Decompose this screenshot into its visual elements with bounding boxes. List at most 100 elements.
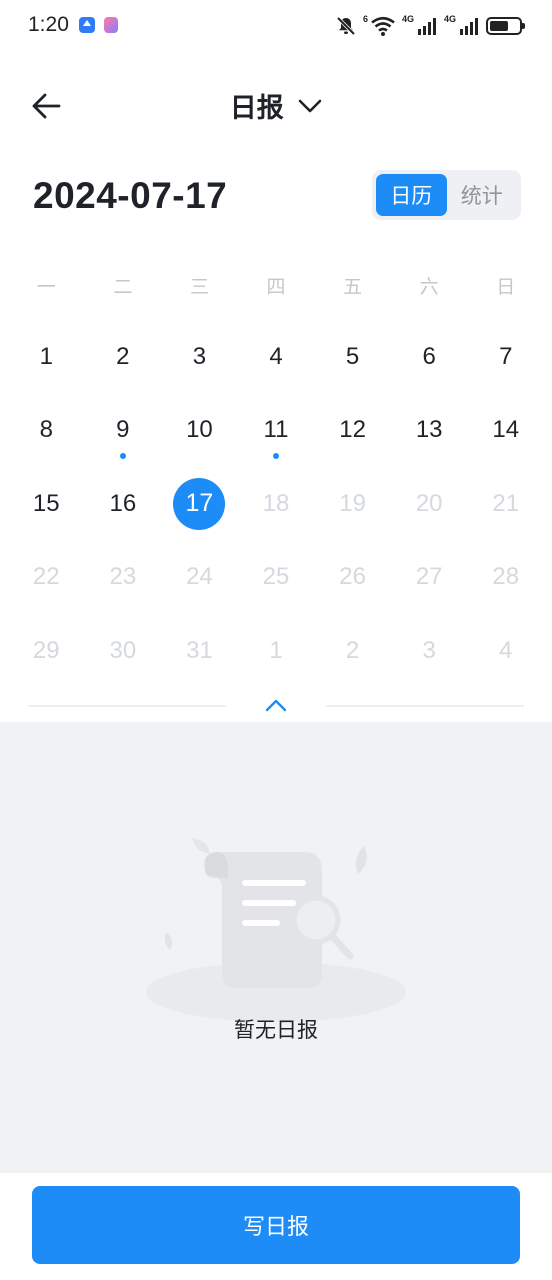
weekday-label: 三 [189,276,209,298]
network-label-1: 4G [401,14,414,24]
calendar-day-number: 18 [262,489,290,517]
calendar-day-number: 24 [186,563,213,591]
calendar-day-number: 2 [345,636,360,664]
tab-calendar[interactable]: 日历 [376,174,447,216]
calendar-day-number: 28 [492,563,520,591]
calendar-day-number: 2 [116,342,130,370]
calendar-day[interactable]: 1 [8,320,85,394]
calendar-day-number: 25 [262,563,290,591]
mute-icon [336,16,356,36]
empty-document-icon [146,838,406,1022]
bottom-bar: 写日报 [0,1173,552,1280]
calendar-day[interactable]: 11 [238,394,315,468]
weekday-label: 日 [496,276,516,298]
calendar-day[interactable]: 12 [314,394,391,468]
calendar-day[interactable]: 3 [161,320,238,394]
calendar-day-number: 3 [422,636,436,664]
calendar-day[interactable]: 27 [391,541,468,615]
weekday-label: 一 [36,276,56,298]
report-type-dropdown[interactable]: 日报 [0,86,552,125]
calendar-day[interactable]: 26 [314,541,391,615]
calendar-day[interactable]: 29 [8,614,85,688]
calendar-day[interactable]: 9 [85,394,162,468]
calendar-day[interactable]: 3 [391,614,468,688]
calendar-day-number: 13 [415,416,443,444]
weekday-label: 二 [113,276,133,298]
calendar-day[interactable]: 28 [467,541,544,615]
calendar-day-number: 22 [32,563,60,591]
calendar-day-number: 15 [32,489,60,517]
calendar-day[interactable]: 19 [314,467,391,541]
empty-state-text: 暂无日报 [234,1019,318,1042]
calendar-day-number: 21 [492,489,520,517]
signal-icon [417,18,436,35]
calendar-day[interactable]: 15 [8,467,85,541]
signal-icon [460,18,478,35]
calendar-day[interactable]: 16 [85,467,162,541]
calendar-day-number: 9 [116,416,130,444]
calendar-day-number: 4 [499,636,513,664]
calendar-week-row: 15 16 17 18 19 20 21 [8,467,544,541]
page-title: 日报 [229,93,284,123]
calendar-day[interactable]: 8 [8,394,85,468]
calendar-day[interactable]: 2 [85,320,162,394]
calendar-day[interactable]: 6 [391,320,468,394]
calendar-day[interactable]: 30 [85,614,162,688]
calendar-day[interactable]: 1 [238,614,315,688]
calendar-day-number: 14 [492,416,520,444]
calendar-day[interactable]: 20 [391,467,468,541]
calendar-day[interactable]: 21 [467,467,544,541]
current-date: 2024-07-17 [33,175,228,216]
calendar-day[interactable]: 2 [314,614,391,688]
calendar-day-number: 6 [422,342,436,370]
calendar: 一二三四五六日 1 2 3 4 5 6 7 8 9 10 11 12 13 14 15 16 17 18 19 20 2… [8,250,544,688]
write-report-button[interactable]: 写日报 [32,1186,520,1264]
calendar-week-row: 8 9 10 11 12 13 14 [8,394,544,468]
calendar-day[interactable]: 13 [391,394,468,468]
chevron-down-icon [298,99,322,112]
weekday-header: 一二三四五六日 [8,250,544,320]
calendar-day-selected[interactable]: 17 [161,467,238,541]
calendar-day[interactable]: 10 [161,394,238,468]
calendar-day-number: 23 [109,563,137,591]
calendar-day[interactable]: 23 [85,541,162,615]
report-list-area: 暂无日报 [0,722,552,1173]
calendar-day-number: 16 [109,489,137,517]
report-indicator-dot [119,452,126,459]
calendar-day-number: 12 [339,416,366,444]
tab-statistics[interactable]: 统计 [447,174,518,216]
calendar-day[interactable]: 14 [467,394,544,468]
weekday-label: 五 [343,276,363,298]
calendar-day-number: 7 [499,342,513,370]
network-label-2: 4G [443,14,456,24]
weekday-label: 四 [266,276,286,298]
chevron-up-icon [265,699,287,711]
weekday-label: 六 [419,276,439,298]
calendar-day[interactable]: 31 [161,614,238,688]
calendar-day[interactable]: 4 [238,320,315,394]
collapse-calendar-button[interactable] [262,694,290,716]
calendar-day[interactable]: 5 [314,320,391,394]
calendar-day-number: 19 [339,489,366,517]
calendar-day-number: 1 [39,342,53,370]
calendar-day-number: 29 [32,636,60,664]
divider [28,705,226,707]
calendar-day[interactable]: 24 [161,541,238,615]
calendar-day[interactable]: 22 [8,541,85,615]
view-toggle: 日历 统计 [372,170,521,220]
wifi-label: 6 [362,14,368,24]
calendar-day-number: 17 [173,477,226,530]
calendar-day-number: 26 [339,563,366,591]
calendar-day[interactable]: 7 [467,320,544,394]
calendar-week-row: 29 30 31 1 2 3 4 [8,614,544,688]
wifi-icon [371,16,395,36]
calendar-day[interactable]: 25 [238,541,315,615]
calendar-day-number: 3 [192,342,207,370]
calendar-day-number: 31 [186,636,213,664]
calendar-day[interactable]: 4 [467,614,544,688]
status-bar: 1:20 6 4G 4G [0,0,552,52]
calendar-day-number: 1 [269,636,283,664]
report-indicator-dot [273,452,280,459]
divider [326,705,524,707]
calendar-day[interactable]: 18 [238,467,315,541]
